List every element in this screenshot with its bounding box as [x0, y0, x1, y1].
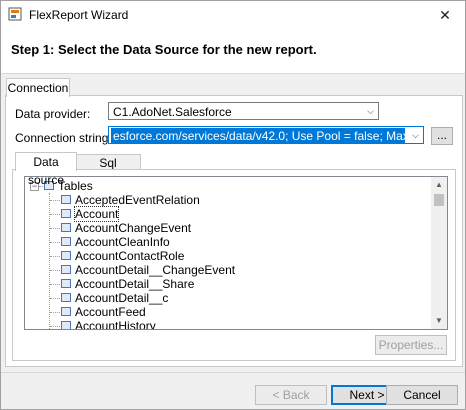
table-icon	[61, 321, 71, 329]
tree-item-label: AccountHistory	[75, 319, 156, 330]
table-icon	[61, 293, 71, 303]
wizard-header: Step 1: Select the Data Source for the n…	[1, 29, 465, 74]
tree-item-label: AccountCleanInfo	[75, 235, 170, 249]
tables-tree[interactable]: − Tables AcceptedEventRelation Account A…	[24, 176, 448, 330]
connstr-value: esforce.com/services/data/v42.0; Use Poo…	[111, 128, 405, 144]
tree-item[interactable]: AccountHistory	[61, 319, 156, 330]
chevron-down-icon: ⌵	[412, 130, 419, 140]
provider-value: C1.AdoNet.Salesforce	[113, 105, 232, 119]
properties-button[interactable]: Properties...	[375, 335, 447, 355]
table-icon	[61, 209, 71, 219]
tree-item[interactable]: AccountCleanInfo	[61, 235, 170, 249]
scroll-up-icon[interactable]: ▲	[431, 177, 447, 193]
footer-divider	[1, 372, 465, 373]
tree-item-label: AccountDetail__c	[75, 291, 169, 305]
table-icon	[61, 265, 71, 275]
close-icon[interactable]: ✕	[425, 1, 465, 29]
tree-item-label: AccountDetail__Share	[75, 277, 195, 291]
page-title: Step 1: Select the Data Source for the n…	[11, 42, 317, 57]
tree-item[interactable]: AccountDetail__Share	[61, 277, 194, 291]
scroll-thumb[interactable]	[434, 194, 444, 206]
table-icon	[61, 195, 71, 205]
tree-item-label: AccountChangeEvent	[75, 221, 192, 235]
table-icon	[61, 307, 71, 317]
data-provider-select[interactable]: C1.AdoNet.Salesforce ⌵	[108, 102, 379, 120]
tree-item-label: AccountFeed	[75, 305, 146, 319]
browse-button[interactable]: ...	[431, 127, 453, 145]
tree-item[interactable]: AccountDetail__ChangeEvent	[61, 263, 235, 277]
tree-item[interactable]: AccountChangeEvent	[61, 221, 191, 235]
tree-item[interactable]: AccountDetail__c	[61, 291, 168, 305]
tree-item[interactable]: AccountFeed	[61, 305, 146, 319]
window-title: FlexReport Wizard	[29, 8, 129, 22]
back-button[interactable]: < Back	[255, 385, 327, 405]
wizard-window: FlexReport Wizard ✕ Step 1: Select the D…	[0, 0, 466, 410]
tree-item[interactable]: AcceptedEventRelation	[61, 193, 200, 207]
tree-item[interactable]: AccountContactRole	[61, 249, 184, 263]
tree-scrollbar[interactable]: ▲ ▼	[431, 177, 447, 329]
table-icon	[61, 223, 71, 233]
tree-item-label: AccountDetail__ChangeEvent	[75, 263, 236, 277]
tree-item-label: Account	[73, 206, 120, 222]
connstr-label: Connection string:	[15, 131, 112, 145]
wizard-app-icon	[8, 7, 22, 21]
tree-item-selected[interactable]: Account	[61, 206, 120, 222]
connection-string-input[interactable]: esforce.com/services/data/v42.0; Use Poo…	[108, 126, 424, 144]
tab-data-source[interactable]: Data source	[15, 152, 77, 187]
tab-connection[interactable]: Connection	[6, 78, 70, 97]
table-icon	[61, 279, 71, 289]
tree-item-label: AccountContactRole	[75, 249, 185, 263]
provider-label: Data provider:	[15, 107, 91, 121]
chevron-down-icon: ⌵	[367, 106, 374, 116]
scroll-down-icon[interactable]: ▼	[431, 313, 447, 329]
tree-item-label: AcceptedEventRelation	[75, 193, 200, 207]
table-icon	[61, 237, 71, 247]
cancel-button[interactable]: Cancel	[386, 385, 458, 405]
title-bar: FlexReport Wizard ✕	[1, 1, 465, 29]
table-icon	[61, 251, 71, 261]
